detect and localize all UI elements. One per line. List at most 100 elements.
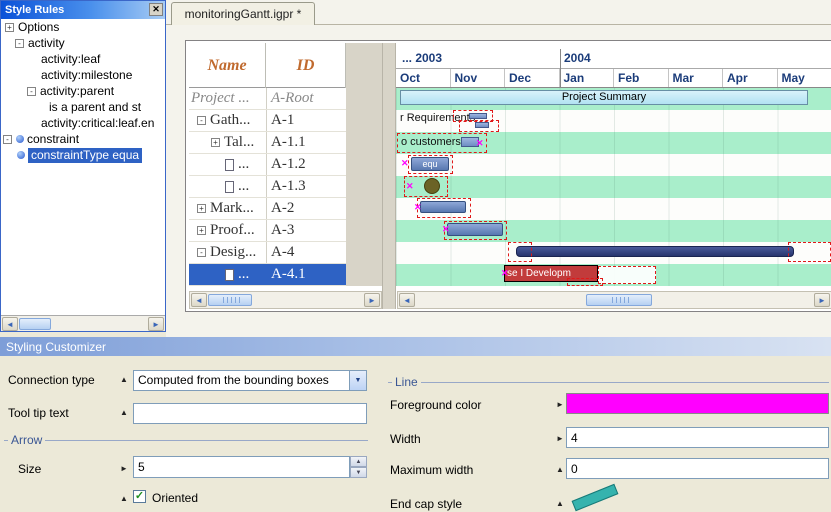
oriented-label: Oriented	[152, 491, 198, 505]
property-marker: ►	[556, 400, 564, 409]
end-cap-style-preview[interactable]	[572, 484, 619, 511]
column-header-id[interactable]: ID	[266, 43, 346, 88]
row-name: Tal...	[224, 134, 254, 151]
selection-outline	[788, 242, 831, 262]
tree-item-activity-milestone[interactable]: activity:milestone	[1, 67, 165, 83]
activity-bar-ghost[interactable]	[598, 266, 656, 284]
chart-scrollbar[interactable]: ◄ ►	[397, 291, 831, 309]
document-icon	[225, 269, 234, 281]
table-chart-splitter[interactable]	[382, 43, 396, 309]
scroll-right-button[interactable]: ►	[148, 317, 164, 331]
application-root: monitoringGantt.igpr * Name ID Project .…	[0, 0, 831, 512]
scroll-thumb[interactable]	[19, 318, 51, 330]
table-row[interactable]: +Mark... A-2	[189, 198, 346, 220]
constraint-endpoint-icon: ✕	[501, 269, 509, 278]
connection-type-combobox[interactable]: Computed from the bounding boxes ▼	[133, 370, 367, 391]
tree-item-constraint[interactable]: - constraint	[1, 131, 165, 147]
tree-item-activity-leaf[interactable]: activity:leaf	[1, 51, 165, 67]
arrow-group-title: Arrow	[8, 433, 45, 447]
tooltip-input[interactable]	[133, 403, 367, 424]
summary-activity-bar[interactable]	[516, 246, 794, 257]
table-row-selected[interactable]: ... A-4.1	[189, 264, 346, 286]
constraint-endpoint-icon: ✕	[406, 182, 414, 191]
table-row[interactable]: ... A-1.3	[189, 176, 346, 198]
rule-node-icon	[16, 135, 24, 143]
tree-item-parent-rule[interactable]: is a parent and st	[1, 99, 165, 115]
line-group-separator	[388, 382, 829, 383]
table-row[interactable]: +Proof... A-3	[189, 220, 346, 242]
tree-expander-icon[interactable]: -	[15, 39, 24, 48]
tree-item-activity[interactable]: - activity	[1, 35, 165, 51]
chevron-down-icon: ▼	[355, 377, 362, 384]
property-marker: ▲	[556, 465, 564, 474]
check-icon: ✓	[135, 490, 144, 502]
tree-item-label: activity:parent	[40, 84, 114, 98]
table-row[interactable]: -Gath... A-1	[189, 110, 346, 132]
size-spinner[interactable]: ▲ ▼	[133, 456, 367, 478]
tree-expander-icon[interactable]: -	[27, 87, 36, 96]
year-label: 2004	[564, 51, 591, 65]
tree-expander-icon[interactable]: +	[5, 23, 14, 32]
scroll-thumb[interactable]	[208, 294, 252, 306]
end-cap-style-label: End cap style	[390, 497, 462, 511]
tree-item-constraint-type[interactable]: constraintType equa	[1, 147, 165, 163]
tree-expander-icon[interactable]: +	[197, 226, 206, 235]
style-rules-titlebar[interactable]: Style Rules ✕	[1, 1, 165, 19]
tree-item-activity-parent[interactable]: - activity:parent	[1, 83, 165, 99]
tree-expander-icon[interactable]: -	[197, 248, 206, 257]
tree-item-activity-critical[interactable]: activity:critical:leaf.en	[1, 115, 165, 131]
selection-outline	[417, 198, 471, 218]
size-input[interactable]	[133, 456, 350, 478]
combobox-dropdown-button[interactable]: ▼	[349, 371, 366, 390]
rule-node-icon	[17, 151, 25, 159]
maximum-width-input[interactable]	[566, 458, 829, 479]
table-row[interactable]: Project ... A-Root	[189, 88, 346, 110]
tree-item-label: activity:milestone	[41, 68, 132, 82]
styling-customizer-body: Connection type ▲ Computed from the boun…	[0, 356, 831, 512]
spinner-up-button[interactable]: ▲	[350, 456, 367, 467]
month-label: Nov	[451, 69, 506, 87]
style-rules-scrollbar[interactable]: ◄ ►	[1, 315, 165, 331]
scroll-left-button[interactable]: ◄	[2, 317, 18, 331]
scroll-left-icon: ◄	[6, 320, 14, 329]
month-label: Dec	[505, 69, 560, 87]
styling-customizer-header: Styling Customizer	[0, 337, 831, 356]
foreground-color-swatch[interactable]	[566, 393, 829, 414]
row-name: Desig...	[210, 244, 256, 261]
month-label: Jan	[560, 69, 615, 87]
foreground-color-label: Foreground color	[390, 398, 481, 412]
table-row[interactable]: ... A-1.2	[189, 154, 346, 176]
table-scrollbar[interactable]: ◄ ►	[189, 291, 382, 309]
tree-item-label: activity	[28, 36, 65, 50]
tree-item-options[interactable]: + Options	[1, 19, 165, 35]
close-button[interactable]: ✕	[149, 3, 163, 16]
tree-expander-icon[interactable]: -	[197, 116, 206, 125]
scroll-right-icon: ►	[152, 320, 160, 329]
maximum-width-label: Maximum width	[390, 463, 473, 477]
scroll-left-button[interactable]: ◄	[191, 293, 207, 307]
scroll-right-button[interactable]: ►	[364, 293, 380, 307]
column-header-name[interactable]: Name	[189, 43, 266, 88]
scroll-right-button[interactable]: ►	[814, 293, 830, 307]
row-name: Mark...	[210, 200, 254, 217]
tree-expander-icon[interactable]: +	[211, 138, 220, 147]
spinner-down-button[interactable]: ▼	[350, 467, 367, 478]
row-name: ...	[238, 156, 249, 173]
width-input[interactable]	[566, 427, 829, 448]
project-summary-bar[interactable]: Project Summary	[400, 90, 808, 105]
scroll-left-button[interactable]: ◄	[399, 293, 415, 307]
table-row[interactable]: -Desig... A-4	[189, 242, 346, 264]
size-label: Size	[18, 462, 41, 476]
table-row[interactable]: +Tal... A-1.1	[189, 132, 346, 154]
scroll-thumb[interactable]	[586, 294, 652, 306]
document-icon	[225, 159, 234, 171]
tree-expander-icon[interactable]: -	[3, 135, 12, 144]
oriented-checkbox[interactable]: ✓	[133, 490, 146, 503]
year-row: ... 2003 2004	[396, 49, 831, 69]
month-label: Mar	[669, 69, 724, 87]
row-name: ...	[238, 178, 249, 195]
tab-monitoring-gantt[interactable]: monitoringGantt.igpr *	[171, 2, 315, 25]
document-icon	[225, 181, 234, 193]
tree-expander-icon[interactable]: +	[197, 204, 206, 213]
property-marker: ►	[556, 434, 564, 443]
